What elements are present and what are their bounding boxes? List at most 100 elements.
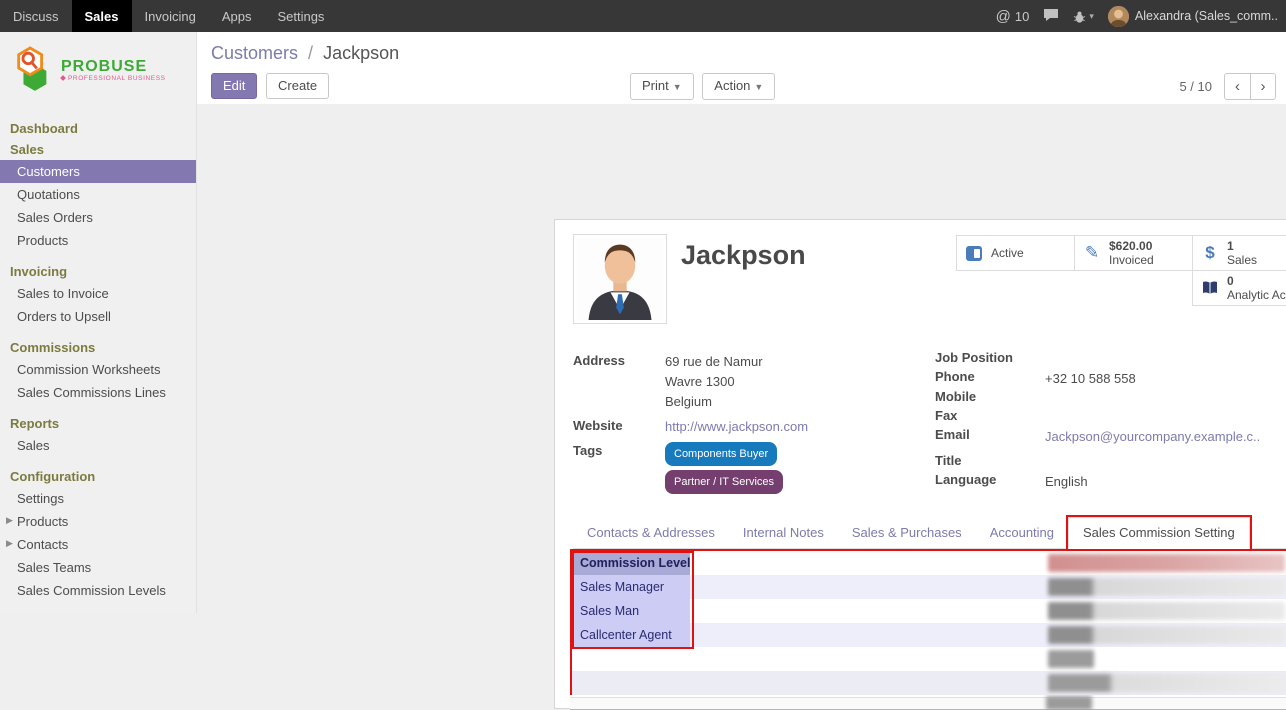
commission-level-cell[interactable]: Sales Manager: [572, 575, 690, 599]
sidebar-item-commission-worksheets[interactable]: Commission Worksheets: [0, 358, 196, 381]
commission-table-header-row: Commission Level: [572, 551, 1286, 575]
email-link[interactable]: Jackpson@yourcompany.example.c..: [1045, 429, 1260, 444]
mention-icon: @: [996, 8, 1011, 25]
tag-components-buyer[interactable]: Components Buyer: [665, 442, 777, 466]
contact-fields: Job Position Phone+32 10 588 558 Mobile …: [935, 350, 1286, 492]
sidebar-item-reports-sales[interactable]: Sales: [0, 434, 196, 457]
mobile-label: Mobile: [935, 389, 1045, 404]
sidebar-heading-reports[interactable]: Reports: [0, 413, 196, 434]
breadcrumb-current: Jackpson: [323, 43, 399, 63]
chevron-right-icon: ▶: [6, 515, 13, 526]
fax-label: Fax: [935, 408, 1045, 423]
table-row-sales-man[interactable]: Sales Man: [572, 599, 1286, 623]
pager: 5 / 10 ‹ ›: [1179, 73, 1276, 100]
tab-sales-commission-setting[interactable]: Sales Commission Setting: [1068, 517, 1250, 549]
pager-counter: 5 / 10: [1179, 79, 1212, 94]
app-logo[interactable]: PROBUSE PROFESSIONAL BUSINESS: [0, 32, 196, 109]
job-position-label: Job Position: [935, 350, 1045, 365]
sales-stat-button[interactable]: $ 1 Sales: [1192, 235, 1286, 271]
language-label: Language: [935, 472, 1045, 487]
topbar-item-apps[interactable]: Apps: [209, 0, 265, 32]
sidebar-item-sales-teams[interactable]: Sales Teams: [0, 556, 196, 579]
sidebar-item-quotations[interactable]: Quotations: [0, 183, 196, 206]
phone-label: Phone: [935, 369, 1045, 384]
breadcrumb-customers[interactable]: Customers: [211, 43, 298, 63]
sidebar-item-sales-to-invoice[interactable]: Sales to Invoice: [0, 282, 196, 305]
redacted-content: [1048, 578, 1285, 596]
debug-icon[interactable]: ▾: [1073, 10, 1094, 23]
invoiced-stat-button[interactable]: ✎ $620.00 Invoiced: [1074, 235, 1193, 271]
sidebar-item-products[interactable]: Products: [0, 229, 196, 252]
sidebar-item-orders-to-upsell[interactable]: Orders to Upsell: [0, 305, 196, 328]
tab-internal-notes[interactable]: Internal Notes: [729, 518, 838, 548]
active-stat-button[interactable]: Active: [956, 235, 1075, 271]
mention-counter[interactable]: @ 10: [996, 8, 1030, 25]
redacted-content: [1048, 554, 1285, 572]
mention-count: 10: [1015, 9, 1029, 24]
sidebar-item-sales-commissions-lines[interactable]: Sales Commissions Lines: [0, 381, 196, 404]
table-row-callcenter-agent[interactable]: Callcenter Agent: [572, 623, 1286, 647]
user-menu[interactable]: Alexandra (Sales_comm..: [1108, 6, 1278, 27]
create-button[interactable]: Create: [266, 73, 329, 99]
logo-subtitle: PROFESSIONAL BUSINESS: [61, 75, 166, 82]
language-value: English: [1045, 472, 1088, 492]
topbar-item-settings[interactable]: Settings: [264, 0, 337, 32]
analytic-accounts-stat-button[interactable]: 0 Analytic Acco...: [1192, 270, 1286, 306]
sidebar-item-sales-commission-levels[interactable]: Sales Commission Levels: [0, 579, 196, 602]
tags-label: Tags: [573, 442, 665, 494]
sidebar-heading-invoicing[interactable]: Invoicing: [0, 261, 196, 282]
user-avatar: [1108, 6, 1129, 27]
tag-partner-it-services[interactable]: Partner / IT Services: [665, 470, 783, 494]
sidebar-section-sales: Sales Customers Quotations Sales Orders …: [0, 139, 196, 252]
sidebar-section-invoicing: Invoicing Sales to Invoice Orders to Ups…: [0, 261, 196, 328]
topbar-item-invoicing[interactable]: Invoicing: [132, 0, 209, 32]
dollar-icon: $: [1200, 243, 1220, 263]
pager-next-button[interactable]: ›: [1250, 73, 1276, 100]
tab-accounting[interactable]: Accounting: [976, 518, 1068, 548]
phone-value: +32 10 588 558: [1045, 369, 1136, 389]
sidebar-item-settings[interactable]: Settings: [0, 487, 196, 510]
sidebar: PROBUSE PROFESSIONAL BUSINESS Dashboard …: [0, 32, 197, 613]
topbar-item-discuss[interactable]: Discuss: [0, 0, 72, 32]
pager-previous-button[interactable]: ‹: [1224, 73, 1250, 100]
breadcrumb-separator: /: [308, 43, 313, 63]
logo-title: PROBUSE: [61, 58, 166, 75]
content-area: Jackpson Active ✎ $620.00 Invoiced $ 1 S…: [197, 104, 1286, 613]
customer-photo[interactable]: [573, 234, 667, 324]
sidebar-item-config-products[interactable]: ▶Products: [0, 510, 196, 533]
table-row-sales-manager[interactable]: Sales Manager: [572, 575, 1286, 599]
commission-level-cell[interactable]: Callcenter Agent: [572, 623, 690, 647]
print-button[interactable]: Print▼: [630, 73, 694, 100]
commission-level-cell[interactable]: Sales Man: [572, 599, 690, 623]
topbar-menu: Discuss Sales Invoicing Apps Settings: [0, 0, 337, 32]
tab-bar: Contacts & Addresses Internal Notes Sale…: [573, 518, 1286, 549]
user-name: Alexandra (Sales_comm..: [1135, 9, 1278, 23]
title-label: Title: [935, 453, 1045, 468]
sidebar-item-config-contacts[interactable]: ▶Contacts: [0, 533, 196, 556]
sidebar-section-configuration: Configuration Settings ▶Products ▶Contac…: [0, 466, 196, 602]
commission-level-header: Commission Level: [572, 551, 690, 575]
tab-sales-purchases[interactable]: Sales & Purchases: [838, 518, 976, 548]
address-fields: Address 69 rue de Namur Wavre 1300 Belgi…: [573, 352, 913, 499]
action-button-group: Print▼ Action▼: [630, 73, 775, 100]
sidebar-item-customers[interactable]: Customers: [0, 160, 196, 183]
stat-buttons: Active ✎ $620.00 Invoiced $ 1 Sales: [954, 236, 1286, 306]
email-label: Email: [935, 427, 1045, 442]
redacted-content: [1048, 626, 1285, 644]
table-row-empty: [572, 671, 1286, 695]
tab-contacts-addresses[interactable]: Contacts & Addresses: [573, 518, 729, 548]
action-button[interactable]: Action▼: [702, 73, 775, 100]
edit-button[interactable]: Edit: [211, 73, 257, 99]
sidebar-heading-sales[interactable]: Sales: [0, 139, 196, 160]
sidebar-section-commissions: Commissions Commission Worksheets Sales …: [0, 337, 196, 404]
sidebar-heading-commissions[interactable]: Commissions: [0, 337, 196, 358]
sidebar-heading-configuration[interactable]: Configuration: [0, 466, 196, 487]
website-link[interactable]: http://www.jackpson.com: [665, 419, 808, 434]
redacted-content: [1048, 674, 1285, 692]
messages-icon[interactable]: [1043, 8, 1059, 25]
chevron-down-icon: ▼: [754, 82, 763, 92]
sidebar-item-dashboard[interactable]: Dashboard: [0, 118, 196, 139]
topbar-item-sales[interactable]: Sales: [72, 0, 132, 32]
sidebar-item-sales-orders[interactable]: Sales Orders: [0, 206, 196, 229]
breadcrumb: Customers / Jackpson: [197, 32, 1286, 64]
